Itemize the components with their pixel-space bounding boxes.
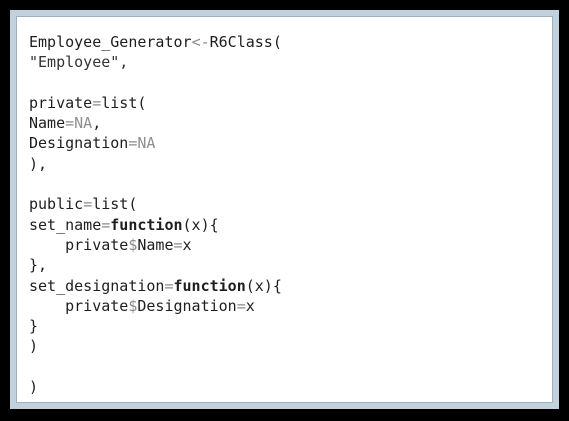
code-line: }, [29, 255, 552, 275]
code-token: list( [101, 93, 147, 112]
code-token: function [110, 215, 183, 234]
code-line: private$Name=x [29, 235, 552, 255]
code-token: NA [74, 114, 93, 133]
code-line: "Employee", [29, 52, 552, 72]
code-token: = [236, 296, 246, 315]
code-line: Name=NA, [29, 113, 552, 133]
code-token: public [29, 195, 84, 214]
code-token: (x){ [182, 215, 219, 234]
code-token: list( [92, 195, 138, 214]
code-token: = [83, 195, 93, 214]
code-line: Designation=NA [29, 133, 552, 153]
code-token: private [29, 93, 93, 112]
code-token: Designation [137, 296, 237, 315]
code-token: NA [137, 134, 156, 153]
code-token: = [164, 276, 174, 295]
code-line: ) [29, 336, 552, 356]
code-token: = [65, 114, 75, 133]
code-token: }, [29, 256, 48, 275]
code-line: ) [29, 377, 552, 397]
code-token: <- [191, 33, 210, 51]
code-token: (x){ [245, 276, 282, 295]
code-token: Name [29, 114, 66, 133]
code-token: Name [137, 235, 174, 254]
code-token: ), [29, 154, 48, 173]
code-line: } [29, 316, 552, 336]
code-token: ) [29, 337, 39, 356]
code-token: } [29, 317, 39, 336]
code-token: Employee_Generator [29, 33, 192, 51]
code-token: x [182, 235, 192, 254]
code-token: ) [29, 378, 39, 397]
code-block: Employee_Generator<-R6Class("Employee", … [16, 16, 553, 403]
code-line: set_name=function(x){ [29, 215, 552, 235]
code-token: set_name [29, 215, 102, 234]
code-token: = [173, 235, 183, 254]
code-block-frame: Employee_Generator<-R6Class("Employee", … [10, 10, 559, 409]
code-token: set_designation [29, 276, 165, 295]
code-token: = [101, 215, 111, 234]
code-line: private$Designation=x [29, 296, 552, 316]
code-token: "Employee", [29, 53, 129, 72]
code-line: ), [29, 154, 552, 174]
code-line: public=list( [29, 194, 552, 214]
code-token: private [29, 235, 129, 254]
code-token: Designation [29, 134, 129, 153]
code-token: , [92, 114, 102, 133]
code-line: Employee_Generator<-R6Class( [29, 32, 552, 52]
code-token: = [92, 93, 102, 112]
code-line: set_designation=function(x){ [29, 276, 552, 296]
code-token: R6Class( [209, 33, 282, 51]
code-listing: Employee_Generator<-R6Class("Employee", … [29, 32, 552, 397]
code-token: private [29, 296, 129, 315]
code-token: x [245, 296, 255, 315]
code-token: function [173, 276, 246, 295]
code-line: private=list( [29, 93, 552, 113]
